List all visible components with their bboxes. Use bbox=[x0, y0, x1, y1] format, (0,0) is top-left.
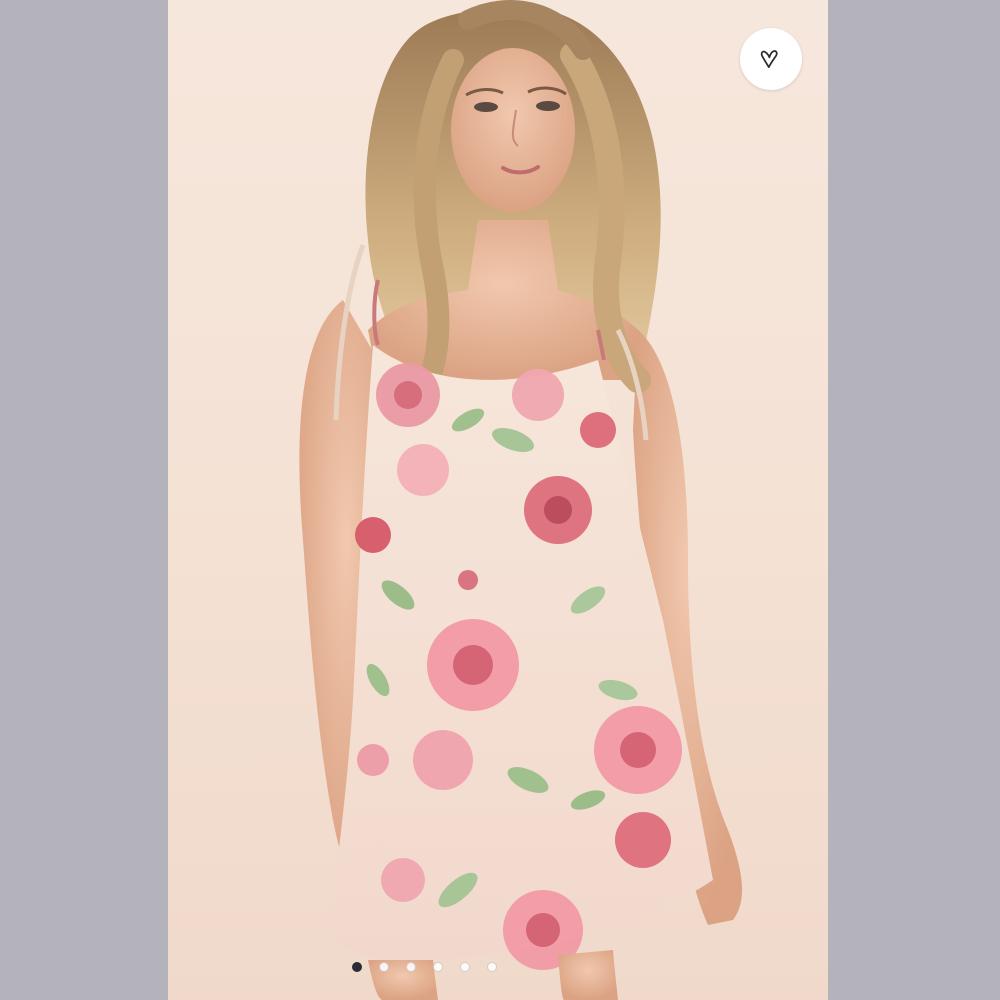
carousel-indicators bbox=[352, 962, 497, 972]
carousel-dot-5[interactable] bbox=[460, 962, 470, 972]
carousel-dot-6[interactable] bbox=[487, 962, 497, 972]
carousel-dot-2[interactable] bbox=[379, 962, 389, 972]
left-gray-margin bbox=[0, 0, 168, 1000]
carousel-dot-4[interactable] bbox=[433, 962, 443, 972]
carousel-dot-1[interactable] bbox=[352, 962, 362, 972]
heart-outline-icon bbox=[760, 50, 778, 68]
favorite-button[interactable] bbox=[740, 28, 802, 90]
product-photo[interactable] bbox=[168, 0, 828, 1000]
right-gray-margin bbox=[828, 0, 1000, 1000]
product-photo-illustration bbox=[299, 0, 743, 1000]
carousel-dot-3[interactable] bbox=[406, 962, 416, 972]
